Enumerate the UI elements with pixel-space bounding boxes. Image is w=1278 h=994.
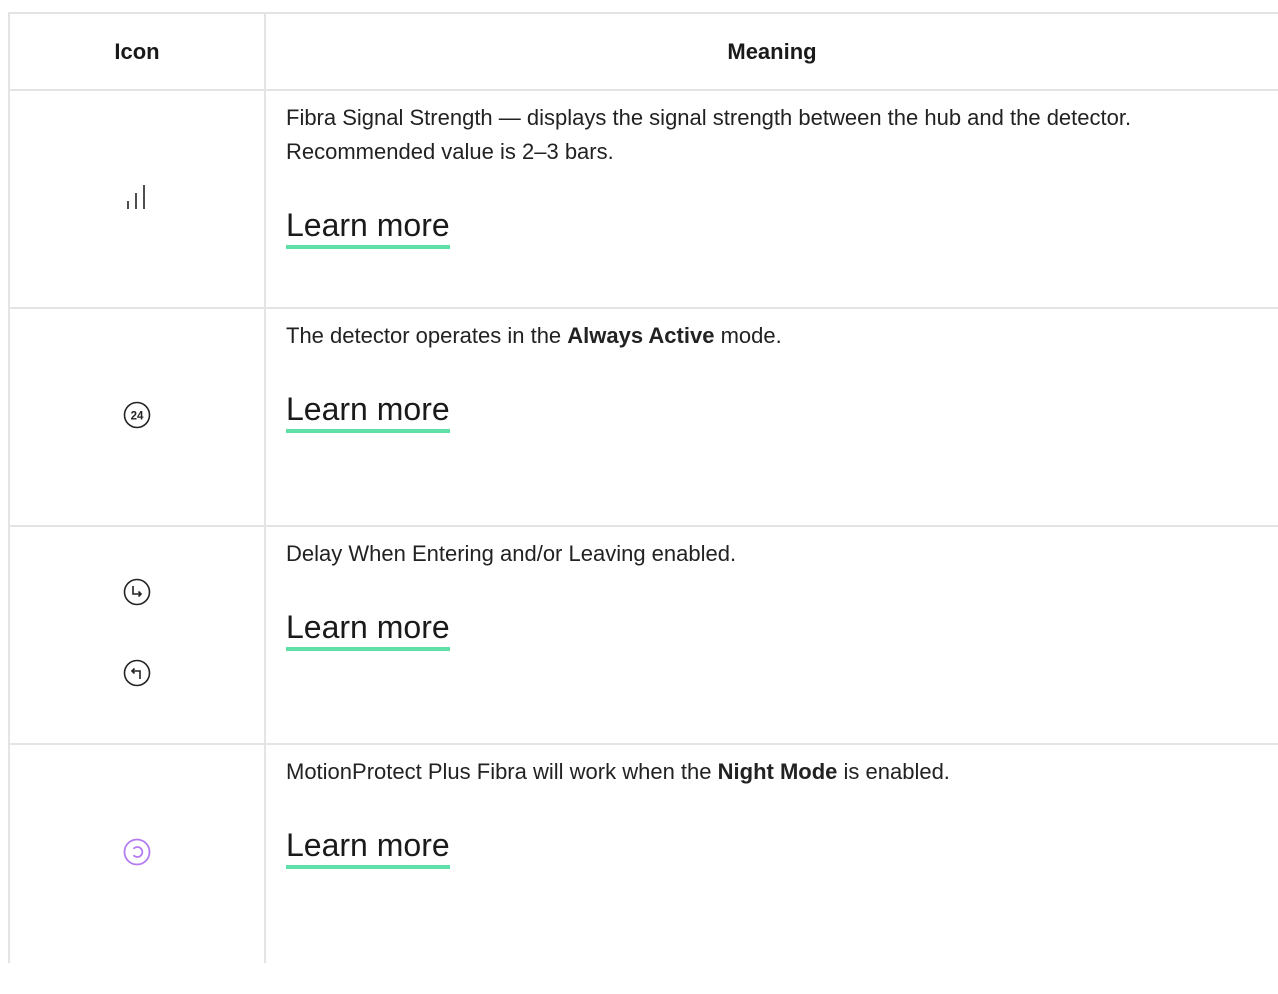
- description-bold: Always Active: [567, 323, 715, 348]
- description-text-after: is enabled.: [837, 759, 950, 784]
- description-text: Fibra Signal Strength — displays the sig…: [286, 105, 1132, 164]
- description-bold: Night Mode: [717, 759, 838, 784]
- learn-more-link[interactable]: Learn more: [286, 205, 450, 249]
- always-active-24-icon: 24: [122, 400, 152, 435]
- signal-strength-icon: [124, 184, 150, 215]
- meaning-cell: The detector operates in the Always Acti…: [266, 309, 1278, 525]
- meaning-cell: Delay When Entering and/or Leaving enabl…: [266, 527, 1278, 743]
- table-row: 24 The detector operates in the Always A…: [10, 309, 1278, 527]
- meaning-cell: MotionProtect Plus Fibra will work when …: [266, 745, 1278, 963]
- icon-cell: 24: [10, 309, 266, 525]
- learn-more-link[interactable]: Learn more: [286, 389, 450, 433]
- description-text: MotionProtect Plus Fibra will work when …: [286, 759, 718, 784]
- learn-more-link[interactable]: Learn more: [286, 607, 450, 651]
- night-mode-icon: [122, 837, 152, 872]
- delay-entering-icon: [122, 577, 152, 612]
- icon-cell: [10, 91, 266, 307]
- header-icon-column: Icon: [10, 14, 266, 89]
- learn-more-link[interactable]: Learn more: [286, 825, 450, 869]
- meaning-cell: Fibra Signal Strength — displays the sig…: [266, 91, 1278, 307]
- delay-leaving-icon: [122, 658, 152, 693]
- description-text: Delay When Entering and/or Leaving enabl…: [286, 541, 737, 566]
- icons-table: Icon Meaning Fibra Signal Strength — dis…: [8, 12, 1278, 963]
- table-row: Delay When Entering and/or Leaving enabl…: [10, 527, 1278, 745]
- row-description: Delay When Entering and/or Leaving enabl…: [286, 537, 1258, 571]
- description-text: The detector operates in the: [286, 323, 568, 348]
- row-description: Fibra Signal Strength — displays the sig…: [286, 101, 1258, 169]
- table-row: Fibra Signal Strength — displays the sig…: [10, 91, 1278, 309]
- icon-cell: [10, 745, 266, 963]
- table-row: MotionProtect Plus Fibra will work when …: [10, 745, 1278, 963]
- always-active-icon-label: 24: [131, 410, 144, 422]
- row-description: The detector operates in the Always Acti…: [286, 319, 1258, 353]
- row-description: MotionProtect Plus Fibra will work when …: [286, 755, 1258, 789]
- description-text-after: mode.: [714, 323, 782, 348]
- header-meaning-column: Meaning: [727, 38, 817, 64]
- table-header-row: Icon Meaning: [10, 14, 1278, 91]
- icon-cell: [10, 527, 266, 743]
